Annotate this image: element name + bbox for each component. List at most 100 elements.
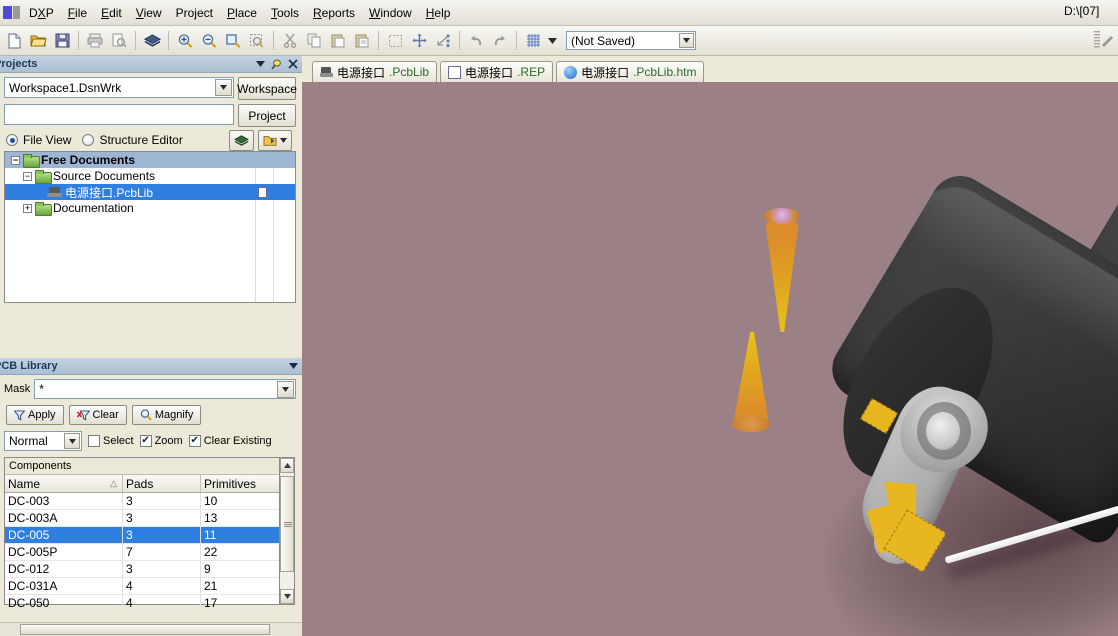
redo-arrow-icon[interactable] <box>489 30 511 52</box>
panel-pin-icon[interactable] <box>271 59 282 70</box>
project-field[interactable] <box>4 104 234 125</box>
zoom-checkbox-group[interactable]: Zoom <box>139 435 183 447</box>
chevron-down-icon[interactable] <box>277 381 294 398</box>
tree-node-label: Source Documents <box>53 169 156 183</box>
pcblib-icon <box>320 66 333 79</box>
pcb-3d-preview-canvas[interactable] <box>302 82 1118 636</box>
scissors-icon[interactable] <box>279 30 301 52</box>
menu-place[interactable]: Place <box>220 2 264 24</box>
panel-horizontal-scrollbar[interactable] <box>0 622 302 636</box>
zoom-out-icon[interactable] <box>198 30 220 52</box>
save-disk-icon[interactable] <box>51 30 73 52</box>
menu-reports[interactable]: Reports <box>306 2 362 24</box>
scrollbar-thumb[interactable] <box>280 476 294 572</box>
workspace-button[interactable]: Workspace <box>237 77 297 100</box>
menu-tools[interactable]: Tools <box>264 2 306 24</box>
tree-expander-icon[interactable]: − <box>11 155 20 165</box>
components-vertical-scrollbar[interactable] <box>280 457 295 605</box>
clear-existing-checkbox[interactable] <box>188 435 201 447</box>
projects-open-menu-button[interactable] <box>258 129 292 151</box>
zoom-fit-icon[interactable] <box>222 30 244 52</box>
new-page-icon[interactable] <box>3 30 25 52</box>
table-row[interactable]: DC-012 3 9 <box>5 561 279 578</box>
column-header-primitives[interactable]: Primitives <box>201 475 279 492</box>
table-row[interactable]: DC-031A 4 21 <box>5 578 279 595</box>
cell-name: DC-005P <box>5 544 123 560</box>
file-view-radio[interactable] <box>6 134 18 146</box>
select-rect-icon[interactable] <box>384 30 406 52</box>
tree-expander-icon[interactable]: + <box>23 203 32 213</box>
tree-node-documentation[interactable]: + Documentation <box>5 200 295 216</box>
tree-node-pcblib-document[interactable]: 电源接口.PcbLib <box>5 184 295 200</box>
clear-button[interactable]: Clear <box>68 405 127 425</box>
panel-menu-chevron-down-icon[interactable] <box>289 363 298 369</box>
paste-special-icon[interactable] <box>351 30 373 52</box>
move-cross-icon[interactable] <box>408 30 430 52</box>
select-checkbox-group[interactable]: Select <box>88 435 134 447</box>
window-path-label: D:\[07] <box>1064 4 1100 18</box>
components-section: Components Name △ Pads Primitives DC-003… <box>4 457 296 612</box>
components-row-container: DC-003 3 10 DC-003A 3 13 DC-005 3 11 DC-005P 7 22 DC… <box>5 493 279 612</box>
table-row[interactable]: DC-003 3 10 <box>5 493 279 510</box>
mask-input[interactable]: * <box>34 379 296 399</box>
copy-icon[interactable] <box>303 30 325 52</box>
tab-pcblib[interactable]: 电源接口 .PcbLib <box>312 61 438 82</box>
menu-edit[interactable]: Edit <box>94 2 129 24</box>
menu-view[interactable]: View <box>129 2 169 24</box>
table-row[interactable]: DC-005 3 11 <box>5 527 279 544</box>
panel-menu-chevron-down-icon[interactable] <box>256 61 265 67</box>
tree-node-free-documents[interactable]: − Free Documents <box>5 152 295 168</box>
zoom-area-icon[interactable] <box>246 30 268 52</box>
undo-arrow-icon[interactable] <box>465 30 487 52</box>
column-header-name[interactable]: Name △ <box>5 475 123 492</box>
tab-report[interactable]: 电源接口 .REP <box>440 61 554 82</box>
menu-dxp[interactable]: DXP <box>22 2 61 24</box>
origin-marker-cone-lower-cap <box>732 416 770 432</box>
panel-close-icon[interactable] <box>288 59 298 69</box>
scroll-down-arrow-icon[interactable] <box>280 589 294 604</box>
layers-icon[interactable] <box>141 30 163 52</box>
scroll-up-arrow-icon[interactable] <box>280 458 294 473</box>
route-icon[interactable] <box>432 30 454 52</box>
select-checkbox[interactable] <box>88 435 100 447</box>
zoom-checkbox[interactable] <box>139 435 152 447</box>
pcb-library-panel: PCB Library Mask * Apply Clear Magnify N… <box>0 358 302 612</box>
grid-icon[interactable] <box>522 30 544 52</box>
column-header-pads[interactable]: Pads <box>123 475 201 492</box>
scrollbar-thumb[interactable] <box>20 624 270 635</box>
projects-layers-button[interactable] <box>229 129 254 151</box>
clear-existing-checkbox-group[interactable]: Clear Existing <box>188 435 272 447</box>
display-mode-combo[interactable]: Normal <box>4 431 82 451</box>
table-row[interactable]: DC-003A 3 13 <box>5 510 279 527</box>
structure-editor-radio[interactable] <box>82 134 95 146</box>
tab-html[interactable]: 电源接口 .PcbLib.htm <box>556 61 705 82</box>
zoom-in-icon[interactable] <box>174 30 196 52</box>
menu-help[interactable]: Help <box>419 2 458 24</box>
project-tree[interactable]: − Free Documents − Source Documents 电源接口… <box>4 151 296 303</box>
workspace-combo[interactable]: Workspace1.DsnWrk <box>4 77 234 98</box>
cell-primitives: 21 <box>204 579 218 593</box>
open-folder-icon[interactable] <box>27 30 49 52</box>
menu-file[interactable]: File <box>61 2 94 24</box>
cell-primitives: 22 <box>204 545 218 559</box>
table-row[interactable]: DC-005P 7 22 <box>5 544 279 561</box>
chevron-down-icon[interactable] <box>215 79 232 96</box>
menu-project[interactable]: Project <box>169 2 220 24</box>
table-row[interactable]: DC-050 4 17 <box>5 595 279 612</box>
saved-state-combo[interactable]: (Not Saved) <box>566 31 696 50</box>
magnify-button[interactable]: Magnify <box>131 405 202 425</box>
cell-pads: 7 <box>123 544 201 560</box>
chevron-down-icon[interactable] <box>64 433 80 449</box>
tree-node-source-documents[interactable]: − Source Documents <box>5 168 295 184</box>
tree-expander-icon[interactable]: − <box>23 171 32 181</box>
menu-window[interactable]: Window <box>362 2 419 24</box>
paste-icon[interactable] <box>327 30 349 52</box>
apply-button[interactable]: Apply <box>6 405 64 425</box>
printer-icon[interactable] <box>84 30 106 52</box>
project-button[interactable]: Project <box>238 104 296 127</box>
chevron-down-icon[interactable] <box>679 33 694 48</box>
components-table[interactable]: Components Name △ Pads Primitives DC-003… <box>4 457 280 612</box>
grid-dropdown-arrow-icon[interactable] <box>546 30 559 52</box>
print-preview-icon[interactable] <box>108 30 130 52</box>
toolbar-resize-grip[interactable] <box>1093 29 1115 53</box>
